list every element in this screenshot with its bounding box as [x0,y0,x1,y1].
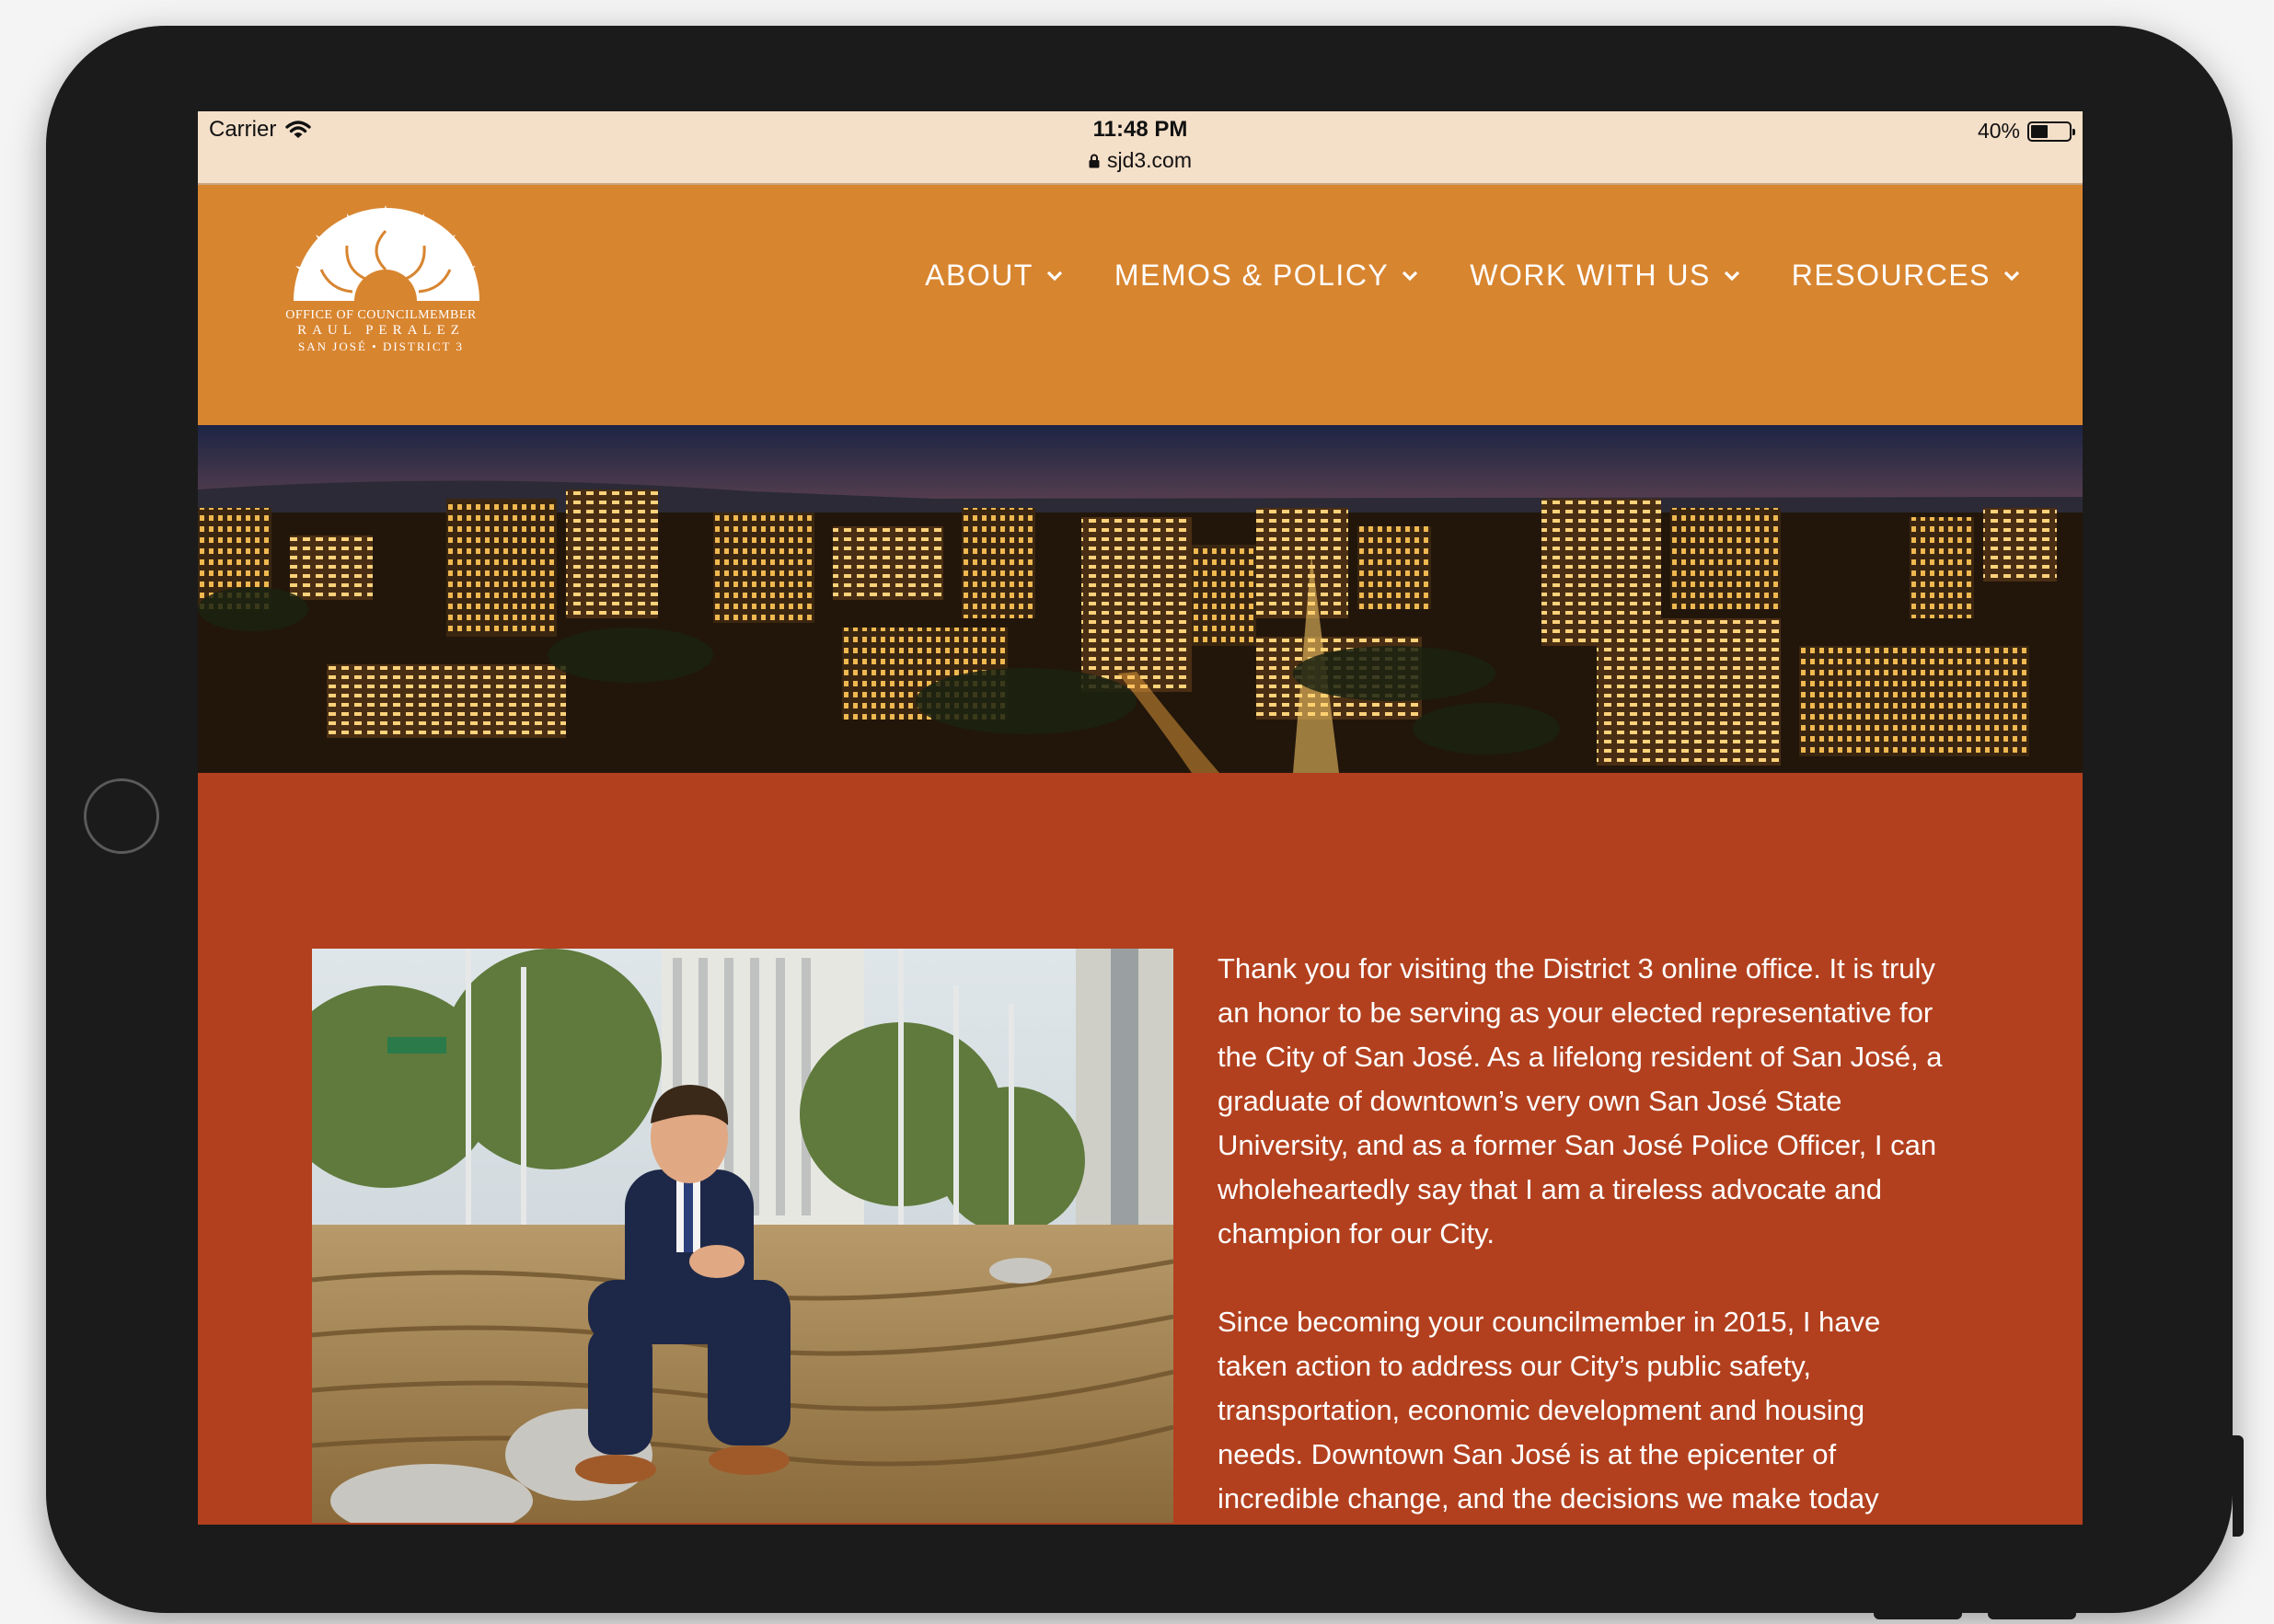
nav-item-label: MEMOS & POLICY [1114,259,1390,292]
address-bar[interactable]: sjd3.com [198,148,2083,173]
url-text: sjd3.com [1106,148,1193,172]
councilmember-photo [312,949,1173,1523]
chevron-down-icon [1402,271,1418,281]
battery-percent: 40% [1977,119,2020,143]
chevron-down-icon [1724,271,1739,281]
hardware-button [1988,1610,2076,1619]
battery-indicator: 40% [1977,119,2075,144]
nav-item-label: WORK WITH US [1470,259,1711,292]
logo-line-1: OFFICE OF COUNCILMEMBER [285,308,477,322]
skyline-illustration [198,425,2083,773]
status-bar: Carrier 11:48 PM sjd3.com 40% [198,111,2083,185]
nav-item-resources[interactable]: RESOURCES [1792,259,2020,293]
volume-button [2233,1435,2244,1537]
nav-item-memos-policy[interactable]: MEMOS & POLICY [1114,259,1418,293]
logo-line-3: SAN JOSÉ • DISTRICT 3 [298,340,464,353]
nav-item-about[interactable]: ABOUT [925,259,1063,293]
nav-item-label: ABOUT [925,259,1033,292]
intro-paragraph: Since becoming your councilmember in 201… [1218,1306,1881,1515]
main-nav: ABOUT MEMOS & POLICY WORK WITH US RESOUR… [925,259,2020,293]
intro-paragraph: Thank you for visiting the District 3 on… [1218,952,1943,1250]
logo-line-2: RAUL PERALEZ [297,323,465,338]
hero-city-image [198,425,2083,773]
hardware-button [1874,1610,1962,1619]
lock-icon [1089,154,1100,168]
site-header: OFFICE OF COUNCILMEMBER RAUL PERALEZ SAN… [198,185,2083,425]
battery-icon [2027,121,2075,142]
site-logo[interactable]: OFFICE OF COUNCILMEMBER RAUL PERALEZ SAN… [279,205,500,371]
chevron-down-icon [1046,271,1063,281]
chevron-down-icon [2003,271,2020,281]
sun-logo-icon [294,205,479,301]
home-button[interactable] [84,778,159,854]
nav-item-work-with-us[interactable]: WORK WITH US [1470,259,1740,293]
nav-item-label: RESOURCES [1791,259,1991,292]
portrait-illustration [312,949,1173,1523]
screen: Carrier 11:48 PM sjd3.com 40% OFFICE OF … [198,111,2083,1525]
intro-text: Thank you for visiting the District 3 on… [1218,947,1954,1525]
clock: 11:48 PM [1092,117,1188,142]
